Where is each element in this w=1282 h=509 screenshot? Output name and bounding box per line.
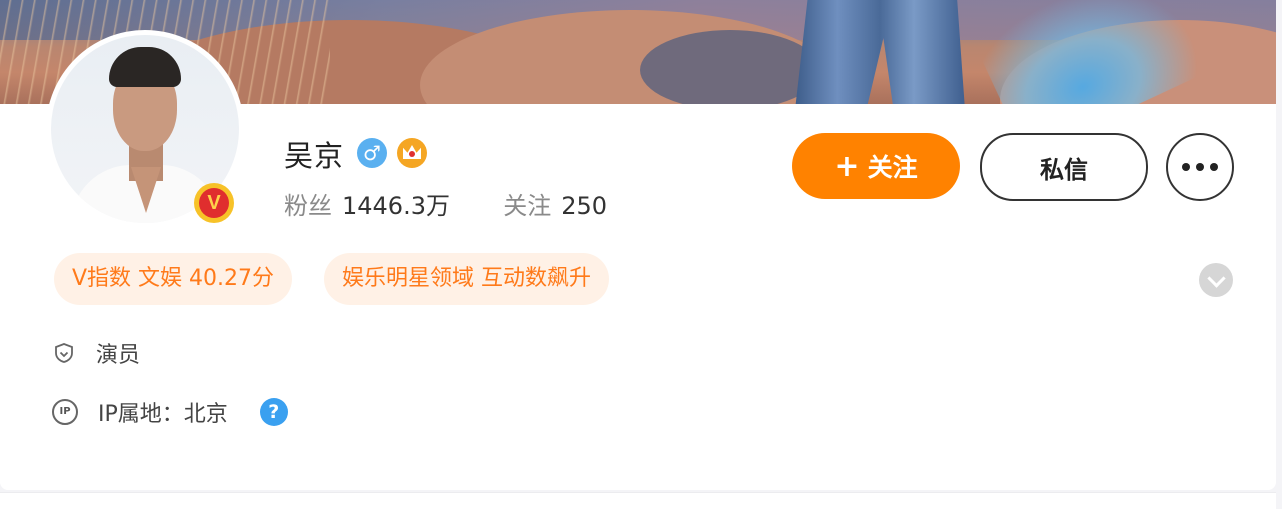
- message-button-label: 私信: [1040, 155, 1088, 184]
- more-options-button[interactable]: [1166, 133, 1234, 201]
- more-dot-icon: [1210, 163, 1218, 171]
- occupation-text: 演员: [96, 343, 141, 368]
- ip-icon: IP: [52, 399, 78, 425]
- ip-location-text: IP属地：北京: [98, 402, 228, 427]
- fans-stat[interactable]: 粉丝 1446.3万: [284, 192, 458, 220]
- message-button[interactable]: 私信: [980, 133, 1148, 201]
- shield-icon: [55, 343, 73, 363]
- follow-button-label: 关注: [867, 153, 918, 182]
- plus-icon: +: [834, 148, 860, 184]
- more-dot-icon: [1196, 163, 1204, 171]
- fans-value: 1446.3万: [342, 192, 450, 220]
- crown-vip-icon[interactable]: [397, 138, 427, 168]
- help-icon[interactable]: ?: [259, 398, 288, 426]
- profile-name: 吴京: [284, 139, 345, 173]
- follow-button[interactable]: + 关注: [792, 133, 960, 199]
- tag-v-index[interactable]: V指数 文娱 40.27分: [54, 253, 293, 305]
- tag-interaction-surge[interactable]: 娱乐明星领域 互动数飙升: [324, 253, 609, 305]
- ip-location-row: IP IP属地：北京 ?: [52, 396, 288, 428]
- follow-value: 250: [561, 192, 608, 220]
- fans-label: 粉丝: [284, 192, 332, 220]
- more-dot-icon: [1182, 163, 1190, 171]
- occupation-row: 演员: [52, 337, 140, 369]
- profile-stats: 粉丝 1446.3万 关注 250: [284, 186, 607, 221]
- expand-chevron-icon[interactable]: [1199, 263, 1233, 297]
- verified-v-badge-icon: V: [194, 183, 234, 223]
- next-card-edge: [0, 492, 1276, 509]
- follow-stat[interactable]: 关注 250: [503, 192, 607, 220]
- profile-card: V 吴京 ♂ 粉丝 1446.3万 关注 250 + 关注 私信 V指数 文娱 40…: [0, 0, 1276, 490]
- follow-label: 关注: [503, 192, 552, 220]
- male-gender-icon: ♂: [357, 138, 387, 168]
